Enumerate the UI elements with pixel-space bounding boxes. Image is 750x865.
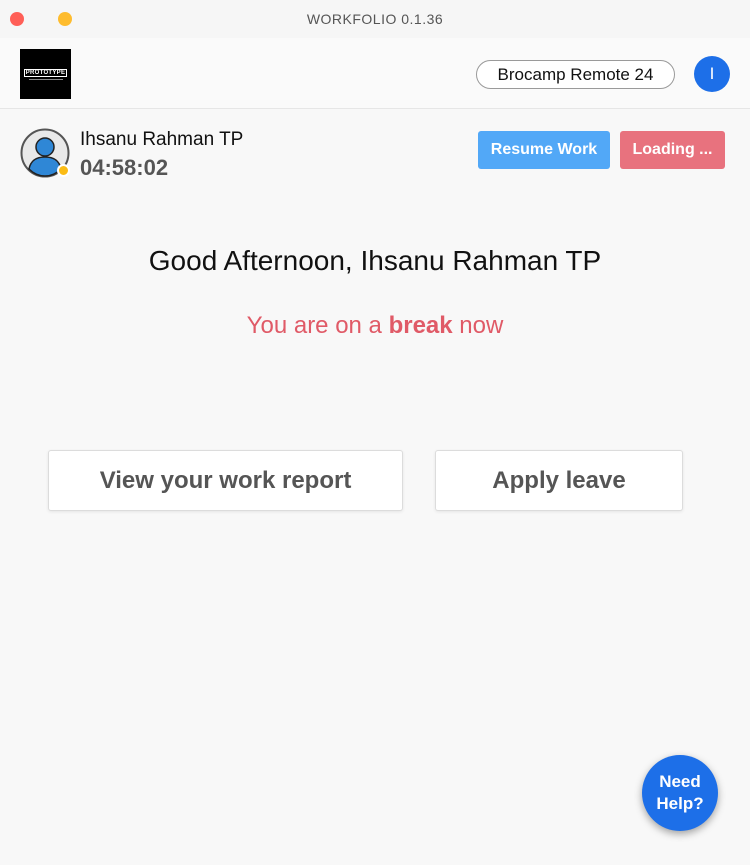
- user-name: Ihsanu Rahman TP: [80, 129, 244, 150]
- help-line-1: Need: [659, 772, 701, 791]
- break-word: break: [388, 312, 453, 339]
- status-indicator: [57, 164, 70, 177]
- help-line-2: Help?: [656, 794, 704, 813]
- break-suffix: now: [452, 312, 504, 339]
- apply-leave-button[interactable]: Apply leave: [435, 450, 683, 511]
- app-header: PROTOTYPE Brocamp Remote 24 I: [0, 38, 750, 109]
- logo-underline: [28, 78, 63, 80]
- workspace-selector[interactable]: Brocamp Remote 24: [476, 60, 675, 89]
- need-help-button[interactable]: Need Help?: [642, 755, 718, 831]
- resume-work-button[interactable]: Resume Work: [478, 131, 610, 169]
- work-timer: 04:58:02: [80, 155, 169, 180]
- break-prefix: You are on a: [246, 312, 389, 339]
- break-status-text: You are on a break now: [0, 312, 750, 340]
- company-logo: PROTOTYPE: [20, 49, 71, 99]
- logo-text: PROTOTYPE: [23, 68, 68, 77]
- greeting-text: Good Afternoon, Ihsanu Rahman TP: [148, 245, 602, 276]
- window-title: WORKFOLIO 0.1.36: [306, 11, 444, 27]
- view-work-report-button[interactable]: View your work report: [48, 450, 403, 511]
- title-bar: WORKFOLIO 0.1.36: [0, 0, 750, 38]
- loading-button[interactable]: Loading ...: [620, 131, 725, 169]
- profile-avatar[interactable]: I: [694, 56, 730, 92]
